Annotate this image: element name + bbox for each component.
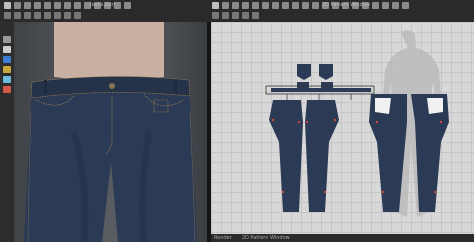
- polygon-icon[interactable]: [302, 2, 309, 9]
- view2d-window-title: 2D Pattern Window: [322, 2, 370, 8]
- rectangle-icon[interactable]: [292, 2, 299, 9]
- pattern-window-tab[interactable]: 2D Pattern Window: [242, 235, 290, 241]
- 2d-pattern-window[interactable]: [211, 22, 474, 234]
- dart-icon[interactable]: [272, 2, 279, 9]
- waistband-markers: [286, 94, 352, 100]
- jeans-button: [109, 83, 115, 89]
- pattern-back-pocket-left[interactable]: [297, 64, 311, 80]
- hide-icon[interactable]: [64, 12, 71, 19]
- left-side-toolbar: [0, 22, 15, 242]
- 3d-jeans-render: [24, 22, 197, 242]
- layer-icon[interactable]: [382, 2, 389, 9]
- sewing-icon[interactable]: [252, 2, 259, 9]
- 3d-garment-window[interactable]: [14, 22, 207, 242]
- zoom-icon[interactable]: [212, 12, 219, 19]
- pattern-front-right[interactable]: [305, 100, 339, 212]
- camera-icon[interactable]: [74, 2, 81, 9]
- toolbar-2d-row2: [212, 12, 259, 20]
- pin-icon[interactable]: [44, 2, 51, 9]
- pattern-waistband-fill[interactable]: [271, 88, 371, 92]
- notch-icon[interactable]: [282, 2, 289, 9]
- grid-icon[interactable]: [24, 12, 31, 19]
- measure-icon[interactable]: [64, 2, 71, 9]
- scale-icon[interactable]: [34, 2, 41, 9]
- pattern-yoke-right[interactable]: [427, 98, 443, 114]
- transform-icon[interactable]: [212, 2, 219, 9]
- view-front-icon[interactable]: [3, 36, 11, 43]
- fit-icon[interactable]: [232, 12, 239, 19]
- texture-visibility-icon[interactable]: [3, 66, 11, 73]
- zipper-icon[interactable]: [114, 2, 121, 9]
- edit-point-icon[interactable]: [222, 2, 229, 9]
- redo-icon[interactable]: [252, 12, 259, 19]
- binding-icon[interactable]: [372, 2, 379, 9]
- rotate-icon[interactable]: [24, 2, 31, 9]
- tack-icon[interactable]: [54, 2, 61, 9]
- toolbar-3d-row2: [4, 12, 81, 20]
- move-icon[interactable]: [14, 2, 21, 9]
- mesh-icon[interactable]: [54, 12, 61, 19]
- pan-icon[interactable]: [222, 12, 229, 19]
- avatar-icon[interactable]: [4, 12, 11, 19]
- measure-2d-icon[interactable]: [402, 2, 409, 9]
- segment-icon[interactable]: [242, 2, 249, 9]
- avatar-visibility-icon[interactable]: [3, 56, 11, 63]
- toolbar-2d-row1: [212, 2, 409, 10]
- pattern-front-left[interactable]: [269, 100, 303, 212]
- internal-line-icon[interactable]: [262, 2, 269, 9]
- light-icon[interactable]: [34, 12, 41, 19]
- pattern-back-pocket-right[interactable]: [319, 64, 333, 80]
- pin-visibility-icon[interactable]: [3, 76, 11, 83]
- top-toolbar: Jeans.Zprj 2D Pattern Window: [0, 0, 474, 23]
- texture-icon[interactable]: [44, 12, 51, 19]
- xray-icon[interactable]: [74, 12, 81, 19]
- render-tab[interactable]: Render: [214, 235, 232, 241]
- button-icon[interactable]: [124, 2, 131, 9]
- jeans-body: [24, 76, 197, 242]
- annotation-icon[interactable]: [392, 2, 399, 9]
- strain-map-icon[interactable]: [3, 86, 11, 93]
- undo-icon[interactable]: [242, 12, 249, 19]
- belt-loop: [44, 80, 47, 94]
- simulate-icon[interactable]: [14, 12, 21, 19]
- view3d-window-title: Jeans.Zprj: [90, 2, 116, 8]
- view-side-icon[interactable]: [3, 46, 11, 53]
- avatar-torso: [54, 22, 164, 81]
- circle-icon[interactable]: [312, 2, 319, 9]
- select-icon[interactable]: [4, 2, 11, 9]
- 2d-pattern-canvas: [265, 30, 449, 218]
- pattern-yoke-left[interactable]: [375, 98, 391, 114]
- belt-loop: [174, 80, 177, 94]
- status-bar: Render 2D Pattern Window: [211, 234, 474, 242]
- curve-icon[interactable]: [232, 2, 239, 9]
